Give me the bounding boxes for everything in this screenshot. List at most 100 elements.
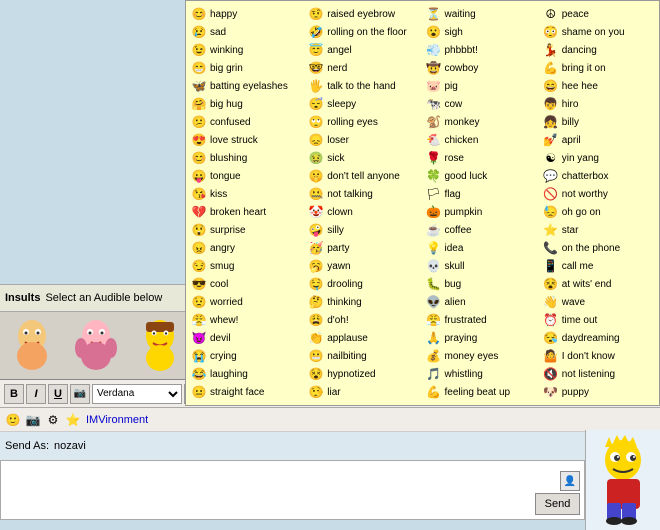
emoji-item[interactable]: 🤔thinking [305, 293, 422, 311]
emoji-item[interactable]: 🤗big hug [188, 95, 305, 113]
emoji-item[interactable]: 🤫don't tell anyone [305, 167, 422, 185]
emoji-item[interactable]: 😠angry [188, 239, 305, 257]
emoji-item[interactable]: 😮sigh [423, 23, 540, 41]
audible-3[interactable] [130, 316, 190, 376]
emoji-item[interactable]: 🌹rose [423, 149, 540, 167]
emoji-item[interactable]: 🚫not worthy [540, 185, 657, 203]
emoji-item[interactable]: 😊blushing [188, 149, 305, 167]
emoji-item[interactable]: 😓oh go on [540, 203, 657, 221]
emoji-item[interactable]: 👦hiro [540, 95, 657, 113]
bold-button[interactable]: B [4, 384, 24, 404]
emoji-item[interactable]: 🥱yawn [305, 257, 422, 275]
emoji-item[interactable]: 🙄rolling eyes [305, 113, 422, 131]
emoji-item[interactable]: 🤡clown [305, 203, 422, 221]
emoji-item[interactable]: 🐄cow [423, 95, 540, 113]
emoji-item[interactable]: ⏰time out [540, 311, 657, 329]
smiley-icon[interactable]: 🙂 [4, 411, 22, 429]
emoji-item[interactable]: 💔broken heart [188, 203, 305, 221]
message-input[interactable] [1, 461, 584, 519]
emoji-item[interactable]: 😁big grin [188, 59, 305, 77]
emoji-item[interactable]: 💬chatterbox [540, 167, 657, 185]
emoji-item[interactable]: 🤤drooling [305, 275, 422, 293]
audible-1[interactable] [2, 316, 62, 376]
emoji-item[interactable]: ⏳waiting [423, 5, 540, 23]
emoji-item[interactable]: 😈devil [188, 329, 305, 347]
emoji-item[interactable]: 🤓nerd [305, 59, 422, 77]
emoji-item[interactable]: 🔇not listening [540, 365, 657, 383]
emoji-item[interactable]: 😞loser [305, 131, 422, 149]
emoji-item[interactable]: 😟worried [188, 293, 305, 311]
emoji-item[interactable]: 🏳flag [423, 185, 540, 203]
emoji-item[interactable]: ☕coffee [423, 221, 540, 239]
emoji-item[interactable]: 🐒monkey [423, 113, 540, 131]
emoji-item[interactable]: 😬nailbiting [305, 347, 422, 365]
camera2-icon[interactable]: 📷 [24, 411, 42, 429]
emoji-item[interactable]: 👧billy [540, 113, 657, 131]
emoji-item[interactable]: 😪daydreaming [540, 329, 657, 347]
emoji-item[interactable]: 👏applause [305, 329, 422, 347]
settings-icon[interactable]: ⚙ [44, 411, 62, 429]
imvironment-link[interactable]: IMVironment [86, 414, 148, 426]
audible-2[interactable] [66, 316, 126, 376]
emoji-item[interactable]: ☮peace [540, 5, 657, 23]
emoji-item[interactable]: ☯yin yang [540, 149, 657, 167]
emoji-item[interactable]: 😵at wits' end [540, 275, 657, 293]
emoji-item[interactable]: 😂laughing [188, 365, 305, 383]
emoji-item[interactable]: 🤐not talking [305, 185, 422, 203]
italic-button[interactable]: I [26, 384, 46, 404]
emoji-item[interactable]: 💃dancing [540, 41, 657, 59]
emoji-item[interactable]: 🤪silly [305, 221, 422, 239]
emoji-item[interactable]: 😢sad [188, 23, 305, 41]
emoji-item[interactable]: 🥳party [305, 239, 422, 257]
emoji-item[interactable]: 😏smug [188, 257, 305, 275]
emoji-item[interactable]: 🍀good luck [423, 167, 540, 185]
emoji-item[interactable]: 💰money eyes [423, 347, 540, 365]
send-button[interactable]: Send [535, 493, 580, 515]
star-icon[interactable]: ⭐ [64, 411, 82, 429]
emoji-item[interactable]: 💀skull [423, 257, 540, 275]
emoji-item[interactable]: 😛tongue [188, 167, 305, 185]
emoji-item[interactable]: 😕confused [188, 113, 305, 131]
emoji-item[interactable]: 😴sleepy [305, 95, 422, 113]
emoji-item[interactable]: 🙏praying [423, 329, 540, 347]
emoji-item[interactable]: 🐛bug [423, 275, 540, 293]
emoji-item[interactable]: 😭crying [188, 347, 305, 365]
emoji-item[interactable]: 🐷pig [423, 77, 540, 95]
emoji-item[interactable]: 😄hee hee [540, 77, 657, 95]
emoji-item[interactable]: 👽alien [423, 293, 540, 311]
font-select[interactable]: ArialVerdanaTimes New RomanCourier New [92, 384, 182, 404]
emoji-item[interactable]: 📱call me [540, 257, 657, 275]
emoji-item[interactable]: 😘kiss [188, 185, 305, 203]
profile-button[interactable]: 👤 [560, 471, 580, 491]
emoji-item[interactable]: 👋wave [540, 293, 657, 311]
emoji-item[interactable]: 🤣rolling on the floor [305, 23, 422, 41]
emoji-item[interactable]: 🤥liar [305, 383, 422, 401]
emoji-item[interactable]: 🎵whistling [423, 365, 540, 383]
emoji-item[interactable]: 🤢sick [305, 149, 422, 167]
emoji-item[interactable]: 😵hypnotized [305, 365, 422, 383]
emoji-item[interactable]: 😉winking [188, 41, 305, 59]
emoji-item[interactable]: 😎cool [188, 275, 305, 293]
emoji-item[interactable]: 😐straight face [188, 383, 305, 401]
emoji-item[interactable]: 😤frustrated [423, 311, 540, 329]
emoji-item[interactable]: 😇angel [305, 41, 422, 59]
emoji-item[interactable]: 😍love struck [188, 131, 305, 149]
emoji-item[interactable]: 💨phbbbt! [423, 41, 540, 59]
emoji-item[interactable]: 🤨raised eyebrow [305, 5, 422, 23]
emoji-item[interactable]: 🎃pumpkin [423, 203, 540, 221]
emoji-item[interactable]: 💪bring it on [540, 59, 657, 77]
emoji-item[interactable]: 🐔chicken [423, 131, 540, 149]
emoji-item[interactable]: 📞on the phone [540, 239, 657, 257]
emoji-item[interactable]: ⭐star [540, 221, 657, 239]
emoji-item[interactable]: 🤷I don't know [540, 347, 657, 365]
emoji-item[interactable]: 💡idea [423, 239, 540, 257]
emoji-item[interactable]: 💪feeling beat up [423, 383, 540, 401]
emoji-item[interactable]: 🤠cowboy [423, 59, 540, 77]
emoji-item[interactable]: 😤whew! [188, 311, 305, 329]
emoji-item[interactable]: 🖐talk to the hand [305, 77, 422, 95]
emoji-item[interactable]: 😲surprise [188, 221, 305, 239]
emoji-item[interactable]: 🐶puppy [540, 383, 657, 401]
emoji-item[interactable]: 💅april [540, 131, 657, 149]
emoji-item[interactable]: 🦋batting eyelashes [188, 77, 305, 95]
underline-button[interactable]: U [48, 384, 68, 404]
